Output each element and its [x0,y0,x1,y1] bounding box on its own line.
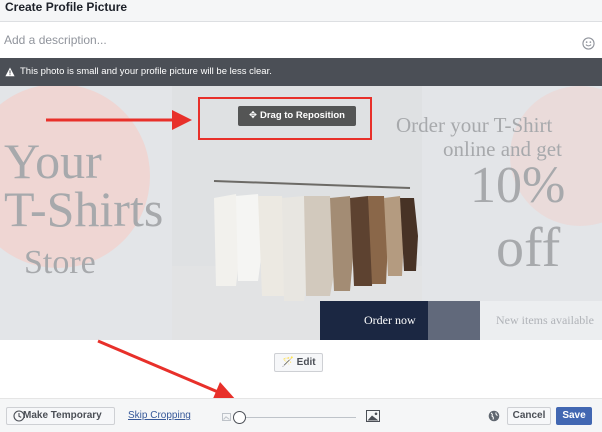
dialog-footer: Make Temporary Skip Cropping Cancel Save [0,398,602,432]
skip-cropping-link[interactable]: Skip Cropping [128,410,191,421]
dialog-title: Create Profile Picture [5,0,128,14]
warning-triangle-icon [5,67,15,77]
image-text-tshirts: T-Shirts [4,181,163,237]
description-area [0,22,602,58]
warning-text: This photo is small and your profile pic… [20,66,272,77]
zoom-slider-track[interactable] [236,417,356,418]
dialog-header: Create Profile Picture [0,0,602,22]
magic-wand-icon: 🪄 [281,357,294,368]
cancel-button[interactable]: Cancel [507,407,551,425]
edit-label: Edit [296,357,316,368]
save-button[interactable]: Save [556,407,592,425]
image-text-new-items: New items available [496,313,594,327]
make-temporary-button[interactable]: Make Temporary [6,407,115,425]
clock-icon [13,410,25,422]
create-profile-picture-dialog: Create Profile Picture This photo is sma… [0,0,602,432]
image-text-order-your: Order your T-Shirt [396,113,552,137]
smiley-icon[interactable] [582,37,595,50]
warning-banner: This photo is small and your profile pic… [0,58,602,86]
image-small-icon[interactable] [222,413,231,421]
make-temporary-label: Make Temporary [23,410,102,421]
zoom-slider-handle[interactable] [233,411,246,424]
image-text-10-percent: 10% [470,157,565,214]
image-text-order-now: Order now [364,313,416,327]
highlight-box-drag [198,97,372,140]
image-text-off: off [496,217,561,279]
globe-icon[interactable] [488,410,500,422]
description-input[interactable] [4,31,564,49]
edit-button[interactable]: 🪄 Edit [274,353,323,372]
image-text-store: Store [24,244,96,281]
image-large-icon[interactable] [366,410,380,422]
red-arrow-bottom [97,339,219,394]
